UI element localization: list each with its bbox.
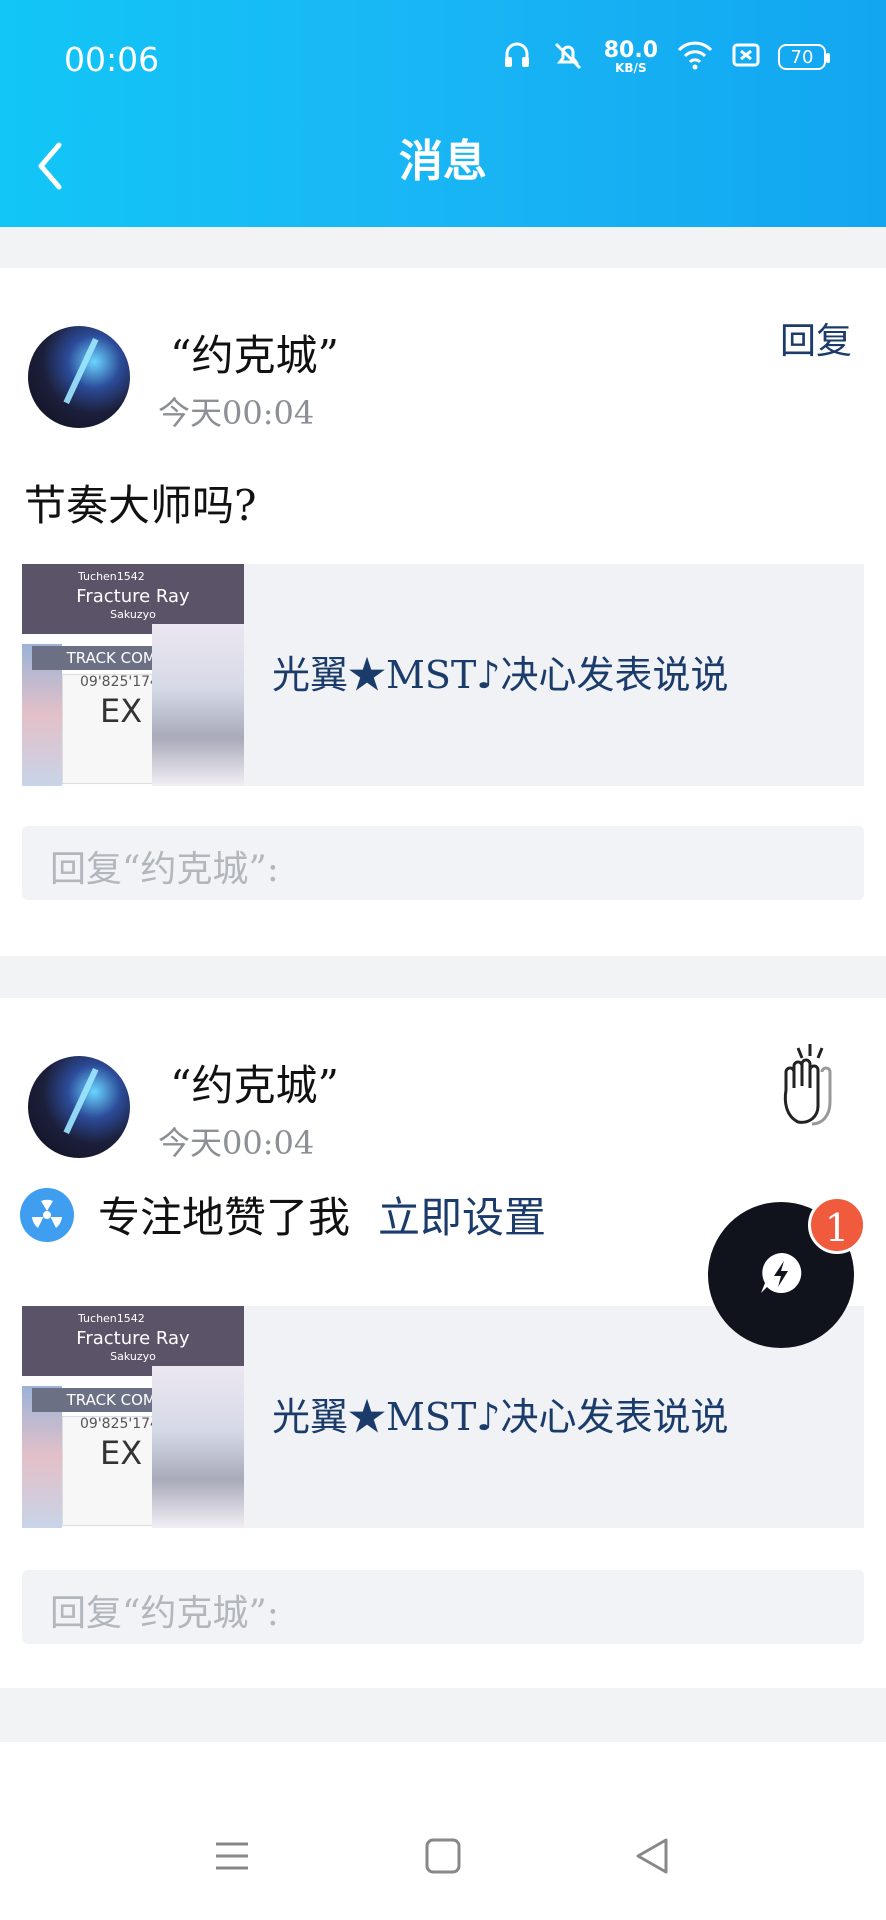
net-speed-value: 80.0 — [603, 38, 658, 63]
reply-button[interactable]: 回复 — [780, 312, 852, 364]
reply-placeholder: 回复“约克城”: — [50, 1593, 279, 1634]
thumb-grade: EX — [100, 1434, 143, 1472]
avatar[interactable] — [28, 326, 130, 428]
net-speed: 80.0 KB/S — [603, 38, 658, 75]
notification-card: “约克城” 今天00:04 回复 节奏大师吗? Tuchen1542 Fract… — [0, 268, 886, 956]
bell-mute-icon — [550, 40, 586, 74]
thumb-song: Fracture Ray — [76, 586, 190, 607]
thumb-user: Tuchen1542 — [78, 570, 145, 583]
reply-input[interactable]: 回复“约克城”: — [22, 826, 864, 900]
post-title: 光翼★MST♪决心发表说说 — [272, 653, 729, 697]
thumb-score: 09'825'174 — [80, 1416, 159, 1432]
notification-badge: 1 — [808, 1196, 866, 1254]
post-preview[interactable]: Tuchen1542 Fracture Ray Sakuzyo TRACK CO… — [22, 564, 864, 786]
thumb-song: Fracture Ray — [76, 1328, 190, 1349]
reply-input[interactable]: 回复“约克城”: — [22, 1570, 864, 1644]
back-nav-button[interactable] — [612, 1818, 692, 1898]
clap-icon[interactable] — [768, 1042, 848, 1132]
thumb-artist: Sakuzyo — [110, 1350, 156, 1363]
post-preview[interactable]: Tuchen1542 Fracture Ray Sakuzyo TRACK CO… — [22, 1306, 864, 1528]
post-title: 光翼★MST♪决心发表说说 — [272, 1395, 729, 1439]
like-text: 专注地赞了我 — [98, 1193, 351, 1242]
menu-icon — [212, 1838, 252, 1878]
post-thumbnail: Tuchen1542 Fracture Ray Sakuzyo TRACK CO… — [22, 1306, 244, 1528]
user-name[interactable]: “约克城” — [170, 322, 339, 383]
nav-bar: 消息 — [0, 110, 886, 227]
net-speed-unit: KB/S — [615, 61, 647, 75]
comment-text: 节奏大师吗? — [24, 481, 257, 530]
status-icons: 80.0 KB/S 70 — [502, 38, 830, 75]
thumb-grade: EX — [100, 692, 143, 730]
header: 00:06 80.0 KB/S 70 消息 — [0, 0, 886, 227]
post-thumbnail: Tuchen1542 Fracture Ray Sakuzyo TRACK CO… — [22, 564, 244, 786]
triangle-back-icon — [632, 1836, 672, 1880]
reply-placeholder: 回复“约克城”: — [50, 849, 279, 890]
headphones-icon — [502, 40, 532, 74]
thumb-score: 09'825'174 — [80, 674, 159, 690]
home-button[interactable] — [403, 1818, 483, 1898]
avatar[interactable] — [28, 1056, 130, 1158]
status-bar: 00:06 80.0 KB/S 70 — [0, 0, 886, 110]
square-icon — [423, 1836, 463, 1880]
thumb-user: Tuchen1542 — [78, 1312, 145, 1325]
menu-button[interactable] — [192, 1818, 272, 1898]
timestamp: 今天00:04 — [158, 1124, 315, 1162]
radiation-icon — [20, 1188, 74, 1242]
notification-card: “约克城” 今天00:04 专注地赞了我 立即设置 Tuchen1542 Fra… — [0, 998, 886, 1688]
lightning-icon — [753, 1245, 809, 1305]
wifi-icon — [676, 40, 714, 74]
battery-indicator: 70 — [778, 44, 830, 70]
sim-icon — [732, 42, 760, 72]
setup-link[interactable]: 立即设置 — [378, 1184, 546, 1245]
timestamp: 今天00:04 — [158, 394, 315, 432]
page-title: 消息 — [399, 136, 487, 187]
user-name[interactable]: “约克城” — [170, 1052, 339, 1113]
thumb-artist: Sakuzyo — [110, 608, 156, 621]
system-nav-bar — [0, 1790, 886, 1920]
status-time: 00:06 — [64, 40, 160, 79]
